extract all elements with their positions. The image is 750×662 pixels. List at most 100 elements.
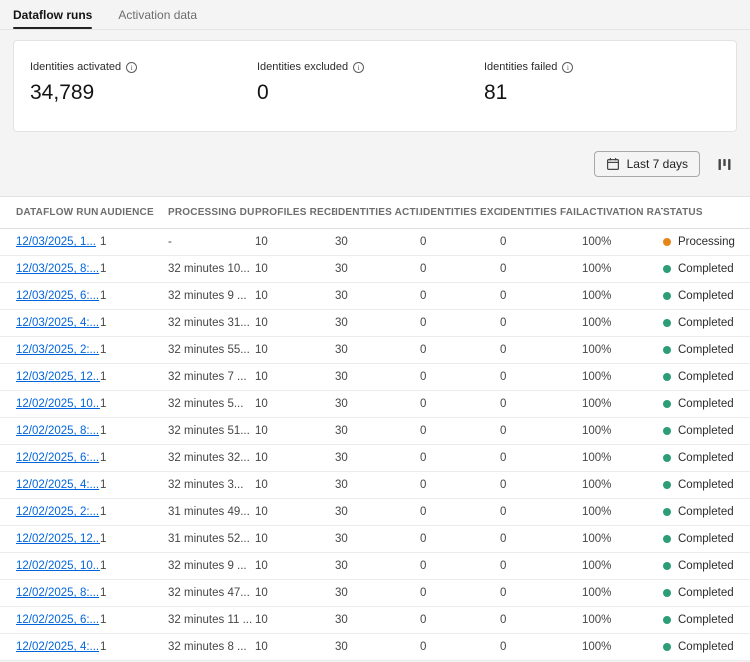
dataflow-run-link[interactable]: 12/02/2025, 10... — [16, 560, 100, 572]
dataflow-run-link[interactable]: 12/02/2025, 10... — [16, 398, 100, 410]
table-row: 12/03/2025, 8:...132 minutes 10...103000… — [0, 256, 750, 283]
table-row: 12/02/2025, 8:...132 minutes 51...103000… — [0, 418, 750, 445]
metric-value: 0 — [257, 81, 468, 105]
profiles-cell: 10 — [255, 371, 335, 383]
activated-cell: 30 — [335, 371, 420, 383]
dataflow-run-link[interactable]: 12/03/2025, 4:... — [16, 317, 99, 329]
table-row: 12/02/2025, 2:...131 minutes 49...103000… — [0, 499, 750, 526]
date-range-label: Last 7 days — [627, 157, 688, 171]
activated-cell: 30 — [335, 479, 420, 491]
status-cell: Completed — [663, 587, 750, 599]
activated-cell: 30 — [335, 398, 420, 410]
failed-cell: 0 — [500, 452, 582, 464]
column-header[interactable]: PROCESSING DU... — [168, 207, 255, 218]
dataflow-run-link[interactable]: 12/02/2025, 6:... — [16, 614, 99, 626]
column-header[interactable]: ACTIVATION RATE — [582, 207, 663, 218]
dataflow-run-link[interactable]: 12/02/2025, 2:... — [16, 506, 99, 518]
failed-cell: 0 — [500, 506, 582, 518]
duration-cell: 31 minutes 49... — [168, 506, 255, 518]
dataflow-runs-table: DATAFLOW RUN ...AUDIENCEPROCESSING DU...… — [0, 196, 750, 661]
column-header[interactable]: IDENTITIES EXCL... — [420, 207, 500, 218]
excluded-cell: 0 — [420, 344, 500, 356]
date-range-button[interactable]: Last 7 days — [594, 151, 700, 177]
status-label: Completed — [678, 560, 734, 572]
table-row: 12/02/2025, 4:...132 minutes 8 ...103000… — [0, 634, 750, 661]
table-row: 12/03/2025, 1...1-103000100%Processing — [0, 229, 750, 256]
rate-cell: 100% — [582, 533, 663, 545]
profiles-cell: 10 — [255, 641, 335, 653]
status-label: Completed — [678, 425, 734, 437]
status-dot — [663, 319, 671, 327]
audience-cell: 1 — [100, 560, 168, 572]
table-row: 12/03/2025, 12...132 minutes 7 ...103000… — [0, 364, 750, 391]
status-dot — [663, 238, 671, 246]
dataflow-run-link[interactable]: 12/03/2025, 2:... — [16, 344, 99, 356]
info-icon[interactable]: i — [126, 62, 137, 73]
dataflow-run-link[interactable]: 12/02/2025, 12... — [16, 533, 100, 545]
column-header[interactable]: IDENTITIES FAILED — [500, 207, 582, 218]
rate-cell: 100% — [582, 560, 663, 572]
activated-cell: 30 — [335, 344, 420, 356]
audience-cell: 1 — [100, 344, 168, 356]
status-label: Completed — [678, 452, 734, 464]
column-settings-button[interactable] — [712, 152, 736, 176]
audience-cell: 1 — [100, 371, 168, 383]
duration-cell: 32 minutes 55... — [168, 344, 255, 356]
calendar-icon — [606, 157, 620, 171]
dataflow-run-link[interactable]: 12/03/2025, 1... — [16, 236, 96, 248]
dataflow-run-link[interactable]: 12/02/2025, 8:... — [16, 587, 99, 599]
dataflow-run-link[interactable]: 12/03/2025, 12... — [16, 371, 100, 383]
status-cell: Completed — [663, 290, 750, 302]
failed-cell: 0 — [500, 371, 582, 383]
info-icon[interactable]: i — [353, 62, 364, 73]
status-dot — [663, 481, 671, 489]
metric-value: 81 — [484, 81, 695, 105]
table-row: 12/02/2025, 10...132 minutes 5...1030001… — [0, 391, 750, 418]
status-cell: Completed — [663, 452, 750, 464]
table-body: 12/03/2025, 1...1-103000100%Processing12… — [0, 229, 750, 661]
status-cell: Completed — [663, 641, 750, 653]
status-dot — [663, 373, 671, 381]
audience-cell: 1 — [100, 587, 168, 599]
info-icon[interactable]: i — [562, 62, 573, 73]
metric-value: 34,789 — [30, 81, 241, 105]
audience-cell: 1 — [100, 533, 168, 545]
status-label: Completed — [678, 587, 734, 599]
column-settings-icon — [717, 157, 732, 172]
status-label: Completed — [678, 641, 734, 653]
dataflow-run-link[interactable]: 12/03/2025, 6:... — [16, 290, 99, 302]
duration-cell: 32 minutes 10... — [168, 263, 255, 275]
status-label: Completed — [678, 290, 734, 302]
duration-cell: 32 minutes 3... — [168, 479, 255, 491]
activated-cell: 30 — [335, 641, 420, 653]
column-header[interactable]: PROFILES RECEI... — [255, 207, 335, 218]
column-header[interactable]: STATUS — [663, 207, 750, 218]
rate-cell: 100% — [582, 479, 663, 491]
duration-cell: 32 minutes 31... — [168, 317, 255, 329]
dataflow-run-link[interactable]: 12/02/2025, 6:... — [16, 452, 99, 464]
tab-activation-data[interactable]: Activation data — [118, 0, 197, 29]
status-label: Completed — [678, 371, 734, 383]
rate-cell: 100% — [582, 317, 663, 329]
audience-cell: 1 — [100, 452, 168, 464]
dataflow-run-link[interactable]: 12/02/2025, 4:... — [16, 641, 99, 653]
rate-cell: 100% — [582, 371, 663, 383]
status-label: Completed — [678, 263, 734, 275]
column-header[interactable]: IDENTITIES ACTI... — [335, 207, 420, 218]
failed-cell: 0 — [500, 533, 582, 545]
duration-cell: 32 minutes 9 ... — [168, 560, 255, 572]
status-label: Completed — [678, 398, 734, 410]
duration-cell: 32 minutes 32... — [168, 452, 255, 464]
excluded-cell: 0 — [420, 560, 500, 572]
dataflow-run-link[interactable]: 12/02/2025, 8:... — [16, 425, 99, 437]
dataflow-run-link[interactable]: 12/02/2025, 4:... — [16, 479, 99, 491]
column-header[interactable]: AUDIENCE — [100, 207, 168, 218]
duration-cell: 32 minutes 51... — [168, 425, 255, 437]
tab-dataflow-runs[interactable]: Dataflow runs — [13, 0, 92, 29]
duration-cell: 32 minutes 11 ... — [168, 614, 255, 626]
dataflow-run-link[interactable]: 12/03/2025, 8:... — [16, 263, 99, 275]
failed-cell: 0 — [500, 263, 582, 275]
excluded-cell: 0 — [420, 371, 500, 383]
rate-cell: 100% — [582, 398, 663, 410]
column-header[interactable]: DATAFLOW RUN ... — [16, 207, 100, 218]
